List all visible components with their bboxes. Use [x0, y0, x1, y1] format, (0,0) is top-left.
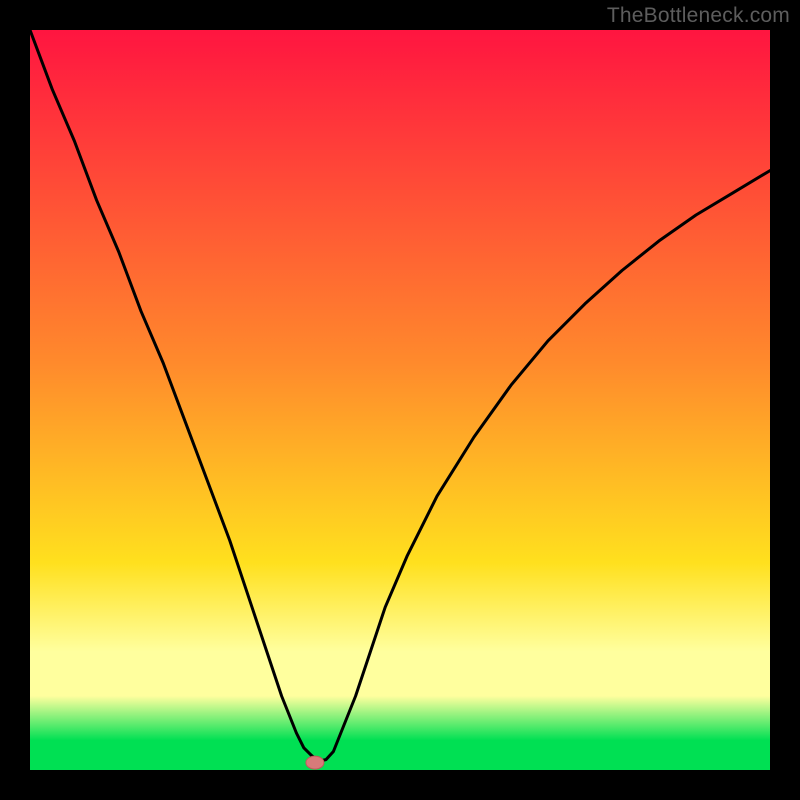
plot-area: [30, 30, 770, 770]
chart-frame: TheBottleneck.com: [0, 0, 800, 800]
gradient-background: [30, 30, 770, 770]
attribution-label: TheBottleneck.com: [607, 4, 790, 28]
bottleneck-chart: [30, 30, 770, 770]
optimal-marker: [306, 756, 324, 769]
